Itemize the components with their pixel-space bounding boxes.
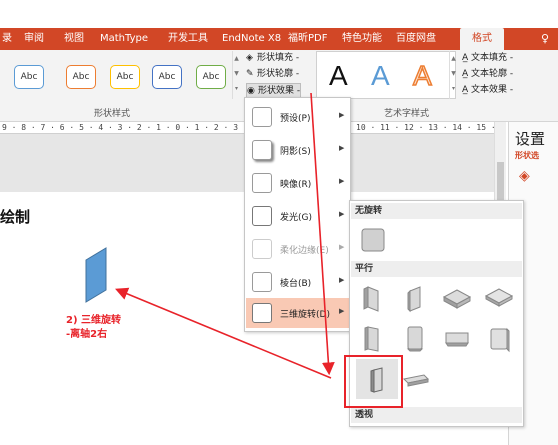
menu-item-label: 预设(P) bbox=[280, 114, 311, 124]
menu-item-3d-rotation[interactable]: 三维旋转(D) ▶ bbox=[246, 298, 350, 328]
rotation-iso-left-down[interactable] bbox=[356, 281, 390, 315]
rotation-off-axis-2-top[interactable] bbox=[398, 361, 432, 395]
tab-foxit-pdf[interactable]: 福昕PDF bbox=[288, 28, 327, 50]
panel-subtitle[interactable]: 形状选 bbox=[515, 150, 539, 161]
rotation-iso-top-up[interactable] bbox=[440, 281, 474, 315]
slide-title-fragment: 绘制 bbox=[0, 208, 31, 226]
annotation-text: 2) 三维旋转 -离轴2右 bbox=[66, 314, 121, 342]
wordart-gallery: A A A bbox=[316, 51, 456, 99]
tab-record[interactable]: 录 bbox=[2, 28, 12, 50]
shape-effects-button[interactable]: ◉ 形状效果 - bbox=[246, 83, 302, 98]
menu-item-soft-edges: 柔化边缘(E) ▶ bbox=[246, 234, 350, 264]
shape-style-green[interactable]: Abc bbox=[196, 65, 226, 89]
text-fill-label: 文本填充 - bbox=[471, 53, 514, 63]
perspective-header: 透视 bbox=[351, 407, 522, 423]
menu-item-label: 棱台(B) bbox=[280, 279, 312, 289]
shape-styles-more-button[interactable]: ▲ ▼ ▾ bbox=[232, 51, 240, 99]
tab-features[interactable]: 特色功能 bbox=[342, 28, 382, 50]
no-rotation-header: 无旋转 bbox=[351, 203, 522, 219]
chevron-right-icon: ▶ bbox=[339, 144, 345, 152]
chevron-right-icon: ▶ bbox=[339, 307, 345, 315]
panel-title: 设置 bbox=[515, 130, 546, 148]
wordart-group-label: 艺术字样式 bbox=[384, 109, 430, 119]
menu-item-shadow[interactable]: 阴影(S) ▶ bbox=[246, 135, 350, 165]
wordart-black[interactable]: A bbox=[329, 58, 348, 94]
rotation-iso-top-down[interactable] bbox=[482, 281, 516, 315]
shape-outline-label: 形状轮廓 - bbox=[257, 69, 300, 79]
rotated-shape[interactable] bbox=[80, 246, 114, 304]
tab-baidu-netdisk[interactable]: 百度网盘 bbox=[396, 28, 436, 50]
parallel-header: 平行 bbox=[351, 261, 522, 277]
shape-effects-label: 形状效果 - bbox=[258, 86, 301, 96]
tab-format[interactable]: 格式 bbox=[460, 28, 504, 50]
shape-style-dark-blue[interactable]: Abc bbox=[152, 65, 182, 89]
menu-item-label: 映像(R) bbox=[280, 180, 312, 190]
shape-outline-button[interactable]: ✎ 形状轮廓 - bbox=[246, 67, 299, 82]
rotation-off-axis-1-right[interactable] bbox=[398, 321, 432, 355]
shape-fill-label: 形状填充 - bbox=[257, 53, 300, 63]
chevron-right-icon: ▶ bbox=[339, 243, 345, 251]
menu-item-bevel[interactable]: 棱台(B) ▶ bbox=[246, 267, 350, 297]
preset-icon bbox=[252, 107, 272, 127]
tab-endnote[interactable]: EndNote X8 bbox=[222, 28, 281, 50]
rotation-off-axis-1-top[interactable] bbox=[440, 321, 474, 355]
glow-icon bbox=[252, 206, 272, 226]
soft-edges-icon bbox=[252, 239, 272, 259]
fill-bucket-icon[interactable]: ◈ bbox=[519, 168, 530, 184]
app-window: 录 审阅 视图 MathType 开发工具 EndNote X8 福昕PDF 特… bbox=[0, 0, 558, 445]
reflection-icon bbox=[252, 173, 272, 193]
text-effects-label: 文本效果 - bbox=[471, 85, 514, 95]
ruler-left-ticks: 9 · 8 · 7 · 6 · 5 · 4 · 3 · 2 · 1 · 0 · … bbox=[2, 123, 239, 132]
tab-developer[interactable]: 开发工具 bbox=[168, 28, 208, 50]
menu-item-reflection[interactable]: 映像(R) ▶ bbox=[246, 168, 350, 198]
ribbon-tab-bar: 录 审阅 视图 MathType 开发工具 EndNote X8 福昕PDF 特… bbox=[0, 28, 558, 50]
menu-item-glow[interactable]: 发光(G) ▶ bbox=[246, 201, 350, 231]
chevron-right-icon: ▶ bbox=[339, 177, 345, 185]
wordart-orange[interactable]: A bbox=[412, 58, 432, 94]
text-outline-button[interactable]: A̲ 文本轮廓 - bbox=[462, 67, 513, 82]
scrollbar-thumb[interactable] bbox=[497, 162, 504, 202]
rotation-off-axis-2-left[interactable] bbox=[482, 321, 516, 355]
ruler-right-ticks: 10 · 11 · 12 · 13 · 14 · 15 · 16 · bbox=[356, 123, 500, 132]
selection-highlight-box bbox=[344, 355, 403, 408]
text-fill-icon: A̲ bbox=[462, 53, 472, 63]
tab-mathtype[interactable]: MathType bbox=[100, 28, 148, 50]
text-fill-button[interactable]: A̲ 文本填充 - bbox=[462, 51, 513, 66]
bevel-icon bbox=[252, 272, 272, 292]
chevron-right-icon: ▶ bbox=[339, 276, 345, 284]
shape-style-blue[interactable]: Abc bbox=[14, 65, 44, 89]
wordart-blue[interactable]: A bbox=[371, 58, 390, 94]
tab-review[interactable]: 审阅 bbox=[24, 28, 44, 50]
text-outline-label: 文本轮廓 - bbox=[471, 69, 514, 79]
menu-item-preset[interactable]: 预设(P) ▶ bbox=[246, 102, 350, 132]
rotation-iso-right-up[interactable] bbox=[398, 281, 432, 315]
pen-outline-icon: ✎ bbox=[246, 69, 254, 79]
wordart-more-button[interactable]: ▲ ▼ ▾ bbox=[449, 51, 457, 99]
chevron-right-icon: ▶ bbox=[339, 111, 345, 119]
menu-item-label: 柔化边缘(E) bbox=[280, 246, 329, 256]
tab-view[interactable]: 视图 bbox=[64, 28, 84, 50]
lightbulb-icon[interactable]: ♀ bbox=[538, 31, 552, 47]
rotation-none[interactable] bbox=[356, 223, 390, 257]
menu-item-label: 发光(G) bbox=[280, 213, 312, 223]
menu-item-label: 阴影(S) bbox=[280, 147, 311, 157]
text-effects-icon: A̲ bbox=[462, 85, 472, 95]
shape-style-gold[interactable]: Abc bbox=[110, 65, 140, 89]
text-effects-button[interactable]: A̲ 文本效果 - bbox=[462, 83, 513, 98]
shape-style-orange[interactable]: Abc bbox=[66, 65, 96, 89]
paint-bucket-icon: ◈ bbox=[246, 53, 253, 63]
chevron-right-icon: ▶ bbox=[339, 210, 345, 218]
shape-fill-button[interactable]: ◈ 形状填充 - bbox=[246, 51, 299, 66]
shape-effects-menu: 预设(P) ▶ 阴影(S) ▶ 映像(R) ▶ 发光(G) ▶ 柔化边缘(E) … bbox=[244, 97, 351, 332]
annotation-line-1: 2) 三维旋转 bbox=[66, 315, 122, 326]
menu-item-label: 三维旋转(D) bbox=[280, 310, 330, 320]
shadow-icon bbox=[252, 140, 272, 160]
rotation-off-axis-1-left[interactable] bbox=[356, 321, 390, 355]
text-outline-icon: A̲ bbox=[462, 69, 472, 79]
3d-rotation-icon bbox=[252, 303, 272, 323]
annotation-line-2: -离轴2右 bbox=[66, 329, 108, 340]
shape-styles-group-label: 形状样式 bbox=[94, 109, 131, 119]
